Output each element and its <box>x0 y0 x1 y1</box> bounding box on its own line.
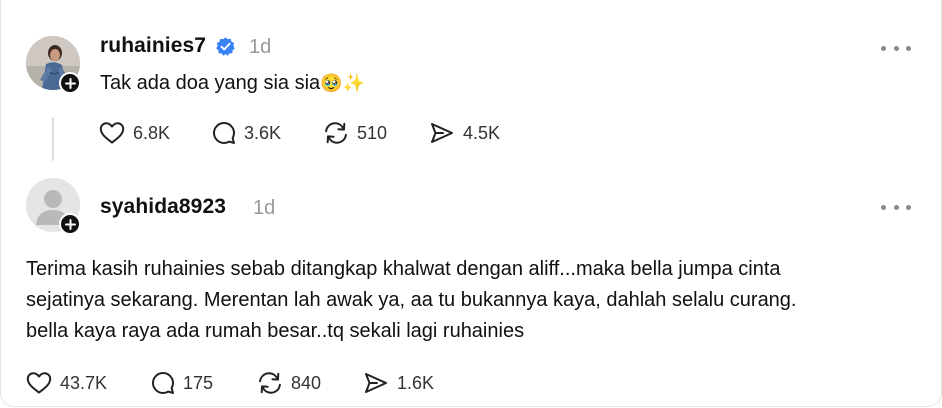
reply-like-count: 43.7K <box>60 372 108 393</box>
post-text: Tak ada doa yang sia sia🥹✨ <box>100 68 365 99</box>
heart-icon <box>99 122 125 144</box>
reply-reply-button[interactable]: 175 <box>151 369 213 397</box>
share-icon <box>431 123 453 143</box>
share-icon <box>365 373 387 393</box>
repost-count: 510 <box>357 122 388 143</box>
reply-text-line: sejatinya sekarang. Merentan lah awak ya… <box>26 289 797 311</box>
reply-count: 3.6K <box>244 122 282 143</box>
repost-icon <box>325 122 347 144</box>
post-username[interactable]: ruhainies7 <box>100 34 206 58</box>
share-count: 4.5K <box>463 122 501 143</box>
post-emoji: 🥹✨ <box>320 73 365 93</box>
reply-share-button[interactable]: 1.6K <box>363 369 434 397</box>
like-count: 6.8K <box>133 122 171 143</box>
reply-text: Terima kasih ruhainies sebab ditangkap k… <box>26 254 797 347</box>
reply-repost-count: 840 <box>291 372 322 393</box>
thread-card: ruhainies7 1d Tak ada doa yang sia sia🥹✨… <box>0 0 942 407</box>
repost-button[interactable]: 510 <box>323 119 387 147</box>
follow-plus-icon[interactable] <box>59 72 81 94</box>
heart-icon <box>26 372 52 394</box>
reply-button[interactable]: 3.6K <box>212 119 281 147</box>
comment-icon <box>213 122 235 144</box>
reply-username[interactable]: syahida8923 <box>100 195 226 219</box>
reply-share-count: 1.6K <box>397 372 435 393</box>
reply-text-line: Terima kasih ruhainies sebab ditangkap k… <box>26 258 781 280</box>
reply-repost-button[interactable]: 840 <box>257 369 321 397</box>
like-button[interactable]: 6.8K <box>99 119 170 147</box>
post-text-body: Tak ada doa yang sia sia <box>100 72 321 94</box>
repost-icon <box>259 372 281 394</box>
thread-connector-line <box>52 117 54 161</box>
post-time: 1d <box>249 36 272 58</box>
reply-time: 1d <box>253 197 276 219</box>
reply-reply-count: 175 <box>183 372 214 393</box>
share-button[interactable]: 4.5K <box>429 119 500 147</box>
verified-icon <box>216 37 235 56</box>
reply-text-line: bella kaya raya ada rumah besar..tq seka… <box>26 320 525 342</box>
more-icon-reply[interactable] <box>881 197 911 217</box>
reply-like-button[interactable]: 43.7K <box>26 369 107 397</box>
more-icon[interactable] <box>881 38 911 58</box>
comment-icon <box>152 372 174 394</box>
follow-plus-icon-reply[interactable] <box>59 213 81 235</box>
